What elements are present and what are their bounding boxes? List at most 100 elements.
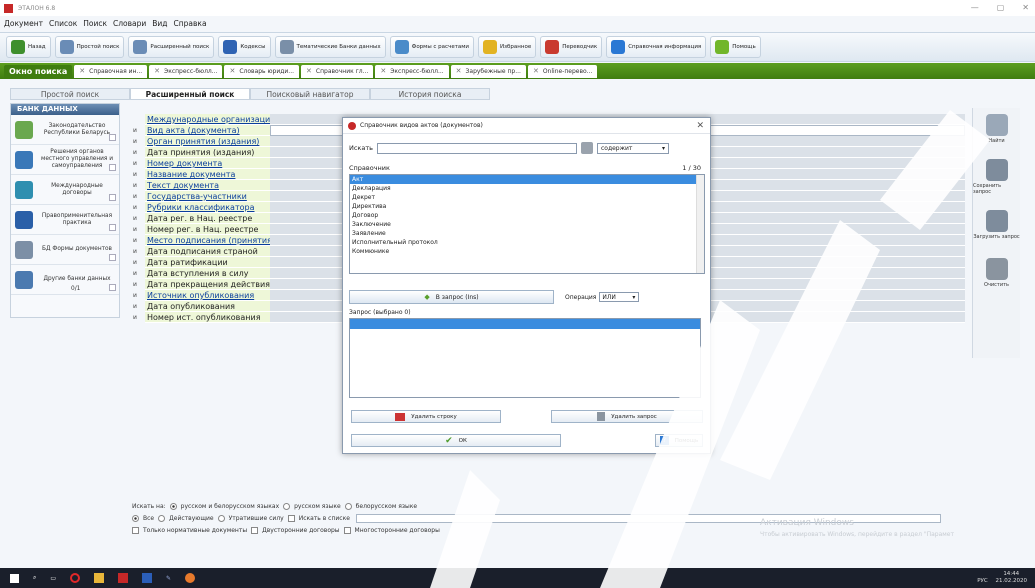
action-button-2[interactable]: Загрузить запрос: [973, 204, 1020, 246]
field-label[interactable]: Рубрики классификатора: [145, 202, 270, 213]
list-scrollbar[interactable]: [696, 175, 704, 273]
databank-item-5[interactable]: Другие банки данных 0/1: [11, 265, 119, 295]
act-types-list[interactable]: Акт Декларация Декрет Директива Договор Заклю…: [349, 174, 705, 274]
close-tab-icon[interactable]: ✕: [456, 67, 462, 75]
field-label[interactable]: Название документа: [145, 169, 270, 180]
word-icon[interactable]: [142, 573, 153, 583]
close-tab-icon[interactable]: ✕: [380, 67, 386, 75]
field-operator[interactable]: и: [125, 314, 145, 321]
field-operator[interactable]: и: [125, 259, 145, 266]
status-radio[interactable]: [158, 514, 166, 522]
toolbar-button-4[interactable]: Тематические Банки данных: [274, 36, 386, 58]
search-icon[interactable]: ⌕: [33, 574, 36, 582]
filter-checkbox[interactable]: [343, 526, 351, 534]
firefox-icon[interactable]: [185, 573, 196, 583]
toolbar-button-9[interactable]: Помощь: [710, 36, 761, 58]
start-icon[interactable]: [10, 573, 19, 583]
toolbar-button-3[interactable]: Кодексы: [218, 36, 271, 58]
tab-3[interactable]: ✕ Словарь юриди...: [224, 64, 300, 78]
database-icon[interactable]: [580, 142, 593, 154]
menu-list[interactable]: Список: [49, 19, 77, 28]
list-item[interactable]: Заключение: [350, 220, 704, 229]
field-operator[interactable]: и: [125, 149, 145, 156]
tab-5[interactable]: ✕ Экспресс-бюлл...: [375, 64, 449, 78]
databank-checkbox[interactable]: [109, 134, 116, 141]
keyboard-lang[interactable]: РУС: [977, 578, 988, 584]
minimize-button[interactable]: —: [971, 3, 979, 12]
help-button[interactable]: ? Помощь: [655, 434, 703, 447]
field-label[interactable]: Орган принятия (издания): [145, 136, 270, 147]
close-tab-icon[interactable]: ✕: [533, 67, 539, 75]
list-item[interactable]: Акт: [350, 175, 704, 184]
field-label[interactable]: Место подписания (принятия): [145, 235, 270, 246]
dialog-close-icon[interactable]: ✕: [696, 121, 704, 131]
field-operator[interactable]: и: [125, 248, 145, 255]
operation-select[interactable]: ИЛИ ▾: [599, 292, 640, 302]
etalon-icon[interactable]: [118, 573, 129, 583]
language-radio[interactable]: [283, 502, 291, 510]
paint-icon[interactable]: ✎: [166, 575, 171, 582]
tab-2[interactable]: ✕ Экспресс-бюлл...: [149, 64, 223, 78]
delete-row-button[interactable]: Удалить строку: [351, 410, 501, 423]
menu-document[interactable]: Документ: [4, 19, 43, 28]
databank-item-3[interactable]: Правоприменительная практика: [11, 205, 119, 235]
databank-item-0[interactable]: Законодательство Республики Беларусь: [11, 115, 119, 145]
subtab-3[interactable]: История поиска: [370, 88, 490, 100]
list-item[interactable]: Заявление: [350, 229, 704, 238]
menu-help[interactable]: Справка: [174, 19, 207, 28]
filter-checkbox[interactable]: [251, 526, 259, 534]
field-label[interactable]: Международные организации: [145, 114, 270, 125]
databank-checkbox[interactable]: [109, 164, 116, 171]
toolbar-button-0[interactable]: Назад: [6, 36, 51, 58]
tab-7[interactable]: ✕ Online-перево...: [527, 64, 598, 78]
subtab-1[interactable]: Расширенный поиск: [130, 88, 250, 100]
dialog-search-input[interactable]: [376, 142, 577, 154]
field-label[interactable]: Вид акта (документа): [145, 125, 270, 136]
field-label[interactable]: Номер документа: [145, 158, 270, 169]
tab-6[interactable]: ✕ Зарубежные пр...: [450, 64, 526, 78]
maximize-button[interactable]: ▢: [997, 3, 1005, 12]
close-button[interactable]: ✕: [1022, 3, 1029, 12]
toolbar-button-2[interactable]: Расширенный поиск: [128, 36, 215, 58]
menu-view[interactable]: Вид: [152, 19, 167, 28]
toolbar-button-7[interactable]: Переводчик: [540, 36, 603, 58]
field-operator[interactable]: и: [125, 193, 145, 200]
taskview-icon[interactable]: ▭: [50, 575, 56, 582]
databank-checkbox[interactable]: [109, 254, 116, 261]
menu-dictionaries[interactable]: Словари: [113, 19, 146, 28]
list-item[interactable]: Договор: [350, 211, 704, 220]
close-tab-icon[interactable]: ✕: [154, 67, 160, 75]
field-operator[interactable]: и: [125, 182, 145, 189]
search-in-list-checkbox[interactable]: [287, 514, 295, 522]
search-mode-select[interactable]: содержит ▾: [596, 142, 669, 154]
tab-0[interactable]: Окно поиска: [4, 64, 73, 78]
language-radio[interactable]: [344, 502, 352, 510]
field-label[interactable]: Государства-участники: [145, 191, 270, 202]
close-tab-icon[interactable]: ✕: [306, 67, 312, 75]
field-operator[interactable]: и: [125, 270, 145, 277]
toolbar-button-5[interactable]: Формы с расчетами: [389, 36, 474, 58]
status-radio[interactable]: [217, 514, 225, 522]
explorer-icon[interactable]: [94, 573, 105, 583]
query-list[interactable]: [349, 318, 701, 398]
toolbar-button-1[interactable]: Простой поиск: [54, 36, 125, 58]
list-item[interactable]: Директива: [350, 202, 704, 211]
filter-checkbox[interactable]: [132, 526, 139, 534]
field-operator[interactable]: и: [125, 127, 145, 134]
list-item[interactable]: Декларация: [350, 184, 704, 193]
field-operator[interactable]: и: [125, 204, 145, 211]
ok-button[interactable]: ✔ ОК: [351, 434, 561, 447]
field-operator[interactable]: и: [125, 171, 145, 178]
subtab-0[interactable]: Простой поиск: [10, 88, 130, 100]
toolbar-button-6[interactable]: Избранное: [478, 36, 537, 58]
databank-item-1[interactable]: Решения органов местного управления и са…: [11, 145, 119, 175]
opera-icon[interactable]: [70, 573, 81, 583]
field-operator[interactable]: и: [125, 281, 145, 288]
list-item[interactable]: Исполнительный протокол: [350, 238, 704, 247]
field-operator[interactable]: и: [125, 237, 145, 244]
close-tab-icon[interactable]: ✕: [79, 67, 85, 75]
toolbar-button-8[interactable]: Справочная информация: [606, 36, 707, 58]
delete-query-button[interactable]: Удалить запрос: [551, 410, 703, 423]
tab-4[interactable]: ✕ Справочник гл...: [301, 64, 374, 78]
databank-checkbox[interactable]: [109, 194, 116, 201]
